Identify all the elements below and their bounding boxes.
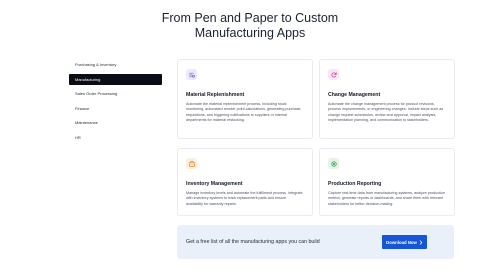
page-title: From Pen and Paper to Custom Manufacturi… [0, 11, 500, 41]
category-sidebar: Purchasing & Inventory Manufacturing Sal… [69, 59, 162, 146]
sidebar-item-hr[interactable]: HR [69, 132, 162, 143]
app-card-inventory-management[interactable]: Inventory Management Manage inventory le… [177, 148, 313, 216]
app-card-change-management[interactable]: Change Management Automate the change ma… [319, 59, 455, 139]
card-description: Manage inventory levels and automate the… [186, 191, 303, 206]
page: From Pen and Paper to Custom Manufacturi… [0, 0, 500, 271]
app-card-production-reporting[interactable]: Production Reporting Capture real-time d… [319, 148, 455, 216]
inventory-box-icon [186, 158, 197, 169]
card-title: Material Replenishment [186, 92, 245, 98]
sidebar-item-purchasing-inventory[interactable]: Purchasing & Inventory [69, 59, 162, 70]
sidebar-item-maintenance[interactable]: Maintenance [69, 117, 162, 128]
banner-text: Get a free list of all the manufacturing… [186, 239, 320, 245]
card-title: Inventory Management [186, 181, 243, 187]
sidebar-item-manufacturing[interactable]: Manufacturing [69, 73, 162, 85]
sidebar-item-sales-order-processing[interactable]: Sales Order Processing [69, 88, 162, 99]
chevron-right-icon [419, 239, 423, 245]
card-title: Change Management [328, 92, 381, 98]
sidebar-item-finance[interactable]: Finance [69, 103, 162, 114]
report-target-icon [328, 158, 339, 169]
page-title-line-1: From Pen and Paper to Custom [161, 11, 339, 25]
card-description: Automate the material replenishment proc… [186, 102, 301, 122]
refresh-cycle-icon [328, 69, 339, 80]
download-now-label: Download Now [386, 239, 417, 245]
app-card-material-replenishment[interactable]: Material Replenishment Automate the mate… [177, 59, 313, 139]
download-now-button[interactable]: Download Now [382, 235, 427, 249]
card-description: Capture real-time data from manufacturin… [328, 191, 446, 206]
download-banner: Get a free list of all the manufacturing… [177, 225, 454, 259]
card-description: Automate the change management process f… [328, 102, 444, 122]
page-title-line-2: Manufacturing Apps [194, 26, 306, 40]
list-settings-icon [186, 69, 197, 80]
card-title: Production Reporting [328, 181, 382, 187]
